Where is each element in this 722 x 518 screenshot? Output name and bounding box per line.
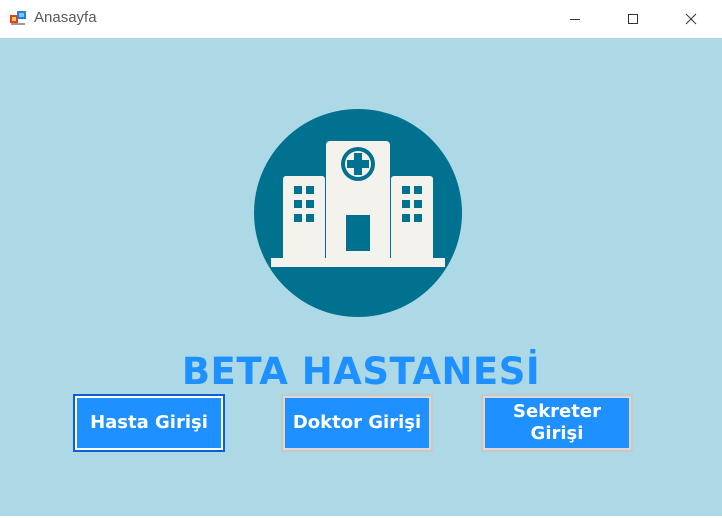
close-button[interactable] — [668, 0, 714, 38]
doctor-login-button[interactable]: Doktor Girişi — [281, 394, 433, 452]
app-icon — [10, 11, 26, 25]
secretary-login-button[interactable]: Sekreter Girişi — [481, 394, 633, 452]
minimize-button[interactable] — [552, 0, 598, 38]
maximize-icon — [628, 14, 638, 24]
patient-login-button[interactable]: Hasta Girişi — [73, 394, 225, 452]
secretary-login-label-line2: Girişi — [530, 423, 584, 444]
hospital-icon — [254, 109, 462, 317]
hospital-name-heading: BETA HASTANESİ — [181, 350, 541, 393]
window-title: Anasayfa — [34, 9, 97, 26]
title-bar[interactable]: Anasayfa — [0, 0, 722, 38]
secretary-login-label: Sekreter Girişi — [513, 401, 601, 445]
patient-login-label: Hasta Girişi — [90, 412, 208, 433]
secretary-login-label-line1: Sekreter — [513, 401, 601, 422]
close-icon — [685, 13, 697, 25]
minimize-icon — [570, 19, 580, 20]
maximize-button[interactable] — [610, 0, 656, 38]
doctor-login-label: Doktor Girişi — [292, 412, 422, 433]
